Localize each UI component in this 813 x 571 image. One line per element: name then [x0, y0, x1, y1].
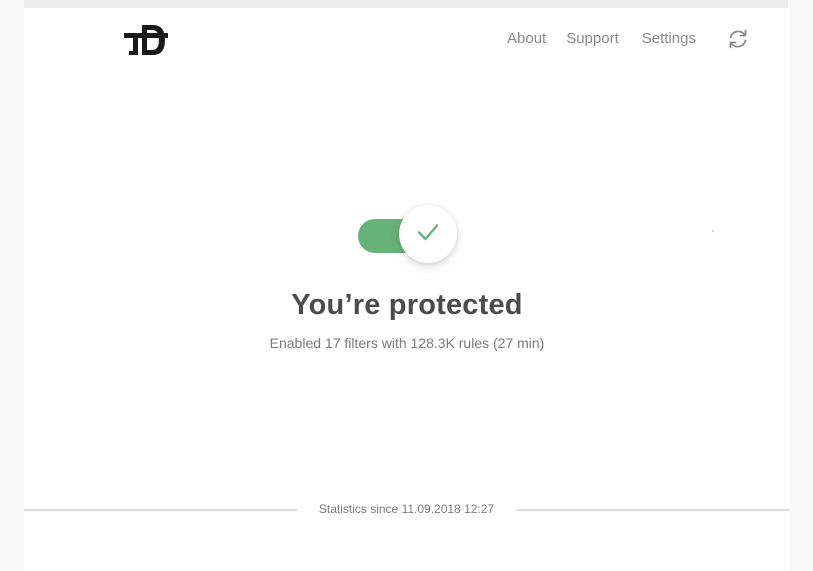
top-window-strip: [24, 0, 788, 8]
top-nav: About Support Settings: [507, 30, 696, 47]
nav-link-settings[interactable]: Settings: [642, 30, 696, 47]
divider-line-left: [24, 509, 297, 511]
toggle-knob: [399, 205, 457, 263]
app-logo-icon: [124, 23, 172, 59]
statistics-divider: Statistics since 11.09.2018 12:27: [24, 502, 790, 518]
protection-status-subtitle: Enabled 17 filters with 128.3K rules (27…: [269, 335, 545, 351]
divider-line-right: [516, 509, 790, 511]
nav-link-about[interactable]: About: [507, 30, 546, 47]
protection-toggle[interactable]: [358, 205, 468, 271]
decorative-dot: [712, 230, 714, 232]
refresh-icon[interactable]: [726, 27, 750, 51]
main-panel: About Support Settings You’re protected …: [24, 8, 790, 571]
nav-link-support[interactable]: Support: [566, 30, 619, 47]
statistics-label: Statistics since 11.09.2018 12:27: [318, 502, 495, 516]
protection-status-title: You’re protected: [291, 289, 523, 321]
checkmark-icon: [415, 219, 441, 250]
